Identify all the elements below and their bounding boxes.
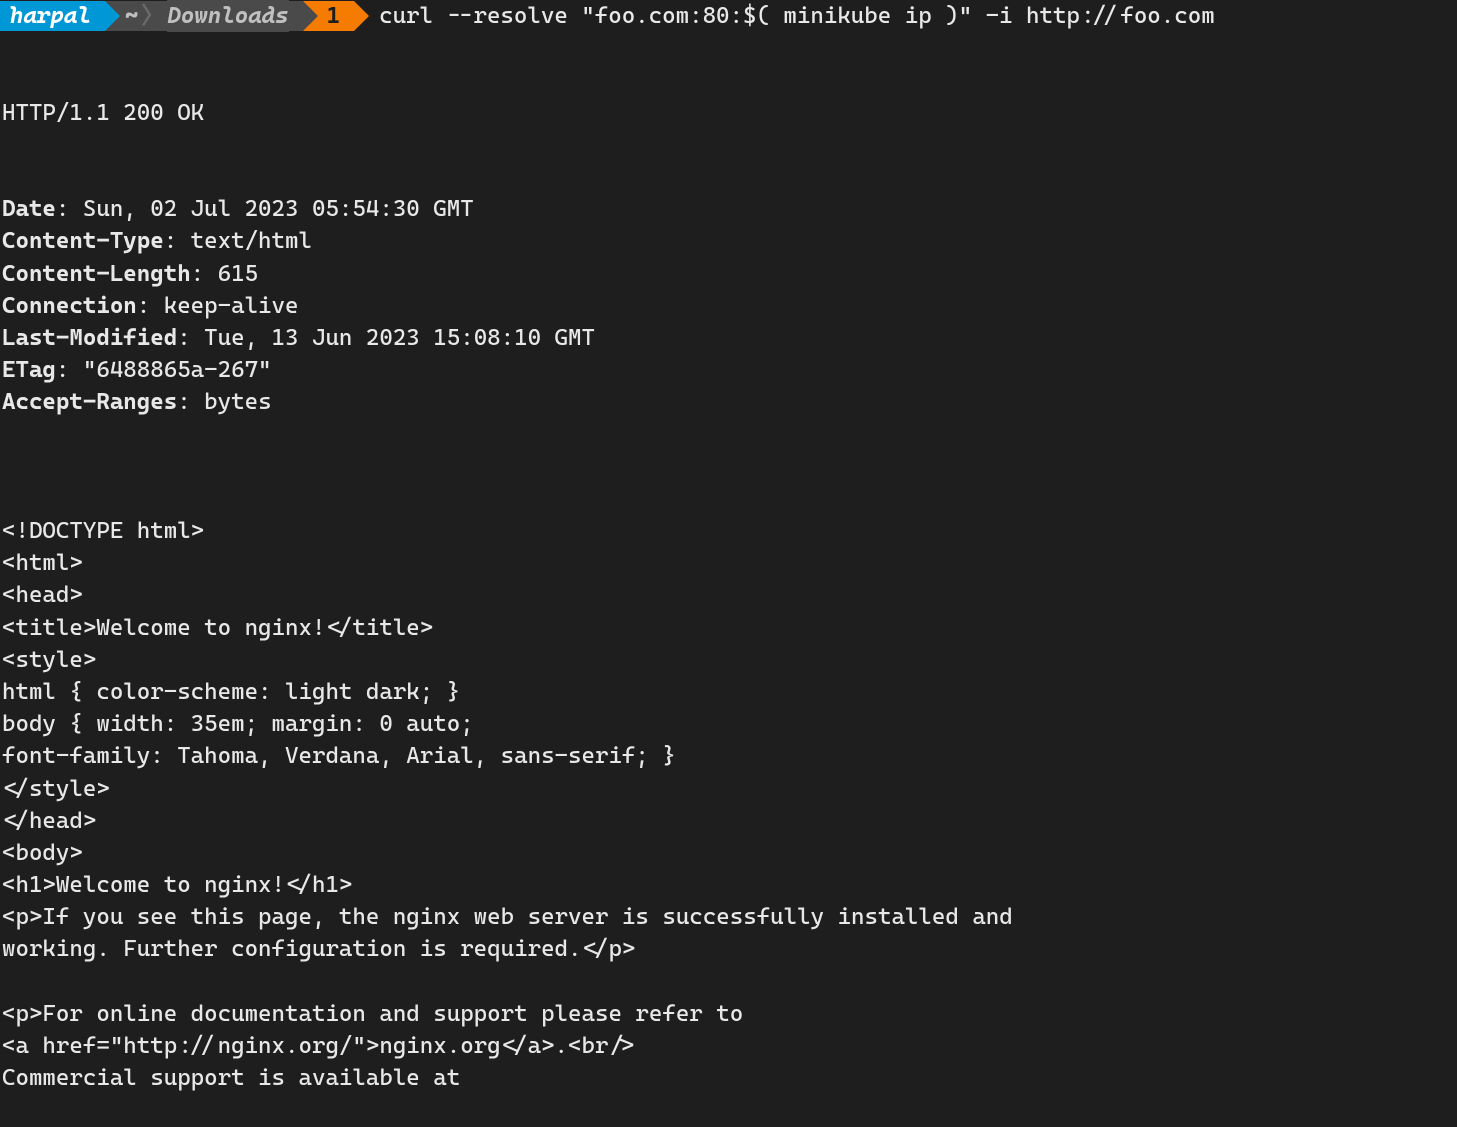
http-header-value: : keep-alive bbox=[137, 293, 299, 319]
http-body-line: </style> bbox=[2, 773, 1457, 805]
http-body-line: <body> bbox=[2, 837, 1457, 869]
http-headers: Date: Sun, 02 Jul 2023 05:54:30 GMTConte… bbox=[2, 193, 1457, 418]
http-body-line: <a href="http://nginx.org/">nginx.org</a… bbox=[2, 1030, 1457, 1062]
http-header-line: Last-Modified: Tue, 13 Jun 2023 15:08:10… bbox=[2, 322, 1457, 354]
http-body-line: </head> bbox=[2, 805, 1457, 837]
http-header-line: Accept-Ranges: bytes bbox=[2, 386, 1457, 418]
http-header-value: : text/html bbox=[164, 228, 312, 254]
http-header-key: Connection bbox=[2, 293, 137, 319]
http-body-line: <html> bbox=[2, 547, 1457, 579]
http-status-line: HTTP/1.1 200 OK bbox=[2, 97, 1457, 129]
http-body-line bbox=[2, 483, 1457, 515]
http-body-line: <head> bbox=[2, 579, 1457, 611]
http-body-line: working. Further configuration is requir… bbox=[2, 933, 1457, 965]
prompt-arrow-gray bbox=[303, 1, 318, 31]
http-body: <!DOCTYPE html><html><head><title>Welcom… bbox=[2, 483, 1457, 1095]
http-body-line: font-family: Tahoma, Verdana, Arial, san… bbox=[2, 740, 1457, 772]
http-body-line: Commercial support is available at bbox=[2, 1062, 1457, 1094]
http-header-key: Date bbox=[2, 196, 56, 222]
http-body-line bbox=[2, 966, 1457, 998]
command-text: curl --resolve "foo.com:80:$( minikube i… bbox=[369, 0, 1215, 32]
prompt-user-segment: harpal bbox=[0, 1, 105, 31]
http-header-line: Content-Type: text/html bbox=[2, 225, 1457, 257]
http-header-value: : Sun, 02 Jul 2023 05:54:30 GMT bbox=[56, 196, 474, 222]
chevron-right-icon: 〉 bbox=[138, 0, 167, 32]
prompt-dir-text: Downloads bbox=[167, 0, 288, 32]
http-header-line: Date: Sun, 02 Jul 2023 05:54:30 GMT bbox=[2, 193, 1457, 225]
http-header-value: : "6488865a-267" bbox=[56, 357, 272, 383]
http-header-value: : bytes bbox=[177, 389, 271, 415]
http-body-line: <p>For online documentation and support … bbox=[2, 998, 1457, 1030]
prompt-home-segment: ~ 〉 Downloads bbox=[105, 1, 303, 31]
http-header-key: ETag bbox=[2, 357, 56, 383]
http-body-line: <title>Welcome to nginx!</title> bbox=[2, 612, 1457, 644]
http-header-key: Content-Type bbox=[2, 228, 164, 254]
prompt-line[interactable]: harpal ~ 〉 Downloads 1 curl --resolve "f… bbox=[0, 0, 1457, 32]
terminal-output[interactable]: HTTP/1.1 200 OK Date: Sun, 02 Jul 2023 0… bbox=[0, 32, 1457, 1126]
http-body-line: <p>If you see this page, the nginx web s… bbox=[2, 901, 1457, 933]
http-body-line: body { width: 35em; margin: 0 auto; bbox=[2, 708, 1457, 740]
http-body-line: <!DOCTYPE html> bbox=[2, 515, 1457, 547]
prompt-arrow-user bbox=[105, 1, 120, 31]
http-header-key: Accept-Ranges bbox=[2, 389, 177, 415]
http-header-key: Content-Length bbox=[2, 261, 191, 287]
http-header-value: : Tue, 13 Jun 2023 15:08:10 GMT bbox=[177, 325, 595, 351]
http-body-line: <style> bbox=[2, 644, 1457, 676]
http-header-key: Last-Modified bbox=[2, 325, 177, 351]
http-header-line: Content-Length: 615 bbox=[2, 258, 1457, 290]
http-body-line: html { color-scheme: light dark; } bbox=[2, 676, 1457, 708]
http-body-line: <h1>Welcome to nginx!</h1> bbox=[2, 869, 1457, 901]
http-header-value: : 615 bbox=[191, 261, 258, 287]
http-header-line: Connection: keep-alive bbox=[2, 290, 1457, 322]
http-header-line: ETag: "6488865a-267" bbox=[2, 354, 1457, 386]
prompt-arrow-orange bbox=[354, 1, 369, 31]
